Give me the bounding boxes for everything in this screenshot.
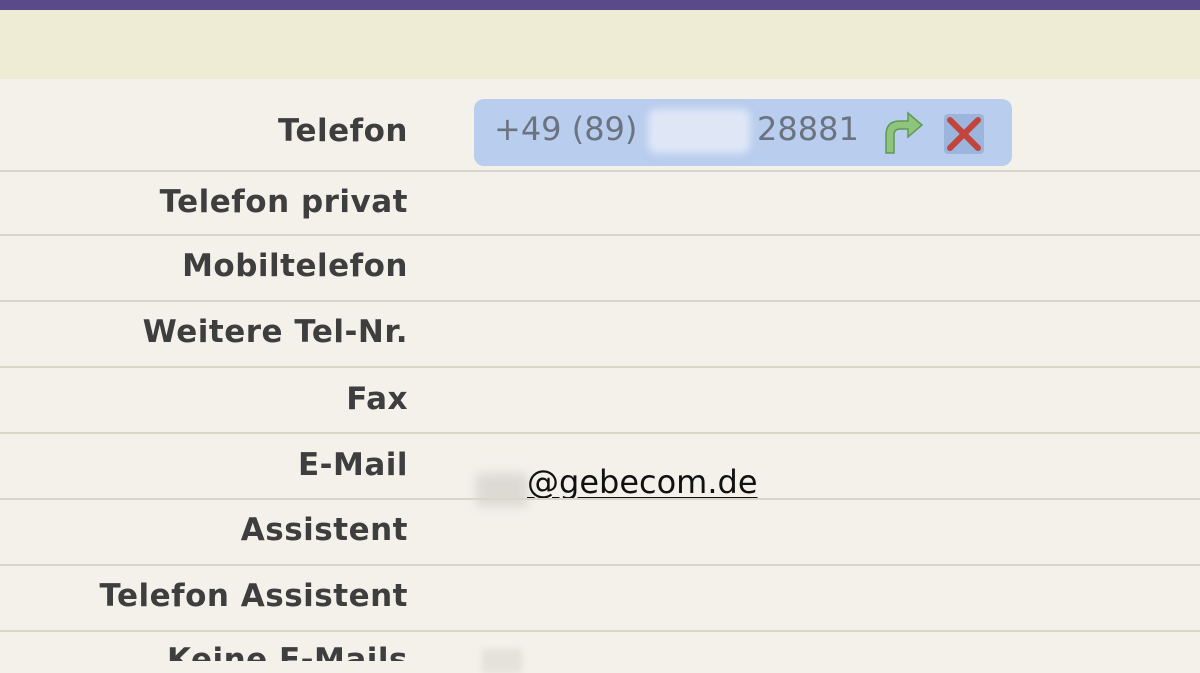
row-telefon-privat: Telefon privat — [0, 170, 1200, 236]
redacted-phone-digits — [648, 109, 750, 153]
label-telefon: Telefon — [277, 113, 408, 149]
label-mobiltelefon: Mobiltelefon — [182, 248, 408, 284]
row-mobiltelefon: Mobiltelefon — [0, 234, 1200, 302]
label-telefon-assistent: Telefon Assistent — [99, 578, 408, 614]
label-weitere-tel-nr: Weitere Tel-Nr. — [142, 314, 408, 350]
row-assistent: Assistent — [0, 498, 1200, 566]
label-fax: Fax — [346, 381, 408, 417]
call-icon[interactable] — [878, 109, 926, 157]
label-keine-e-mails: Keine E-Mails — [166, 642, 408, 661]
row-fax: Fax — [0, 366, 1200, 434]
toolbar-band — [0, 10, 1200, 79]
label-e-mail: E-Mail — [297, 447, 408, 483]
label-assistent: Assistent — [240, 512, 408, 548]
row-telefon-assistent: Telefon Assistent — [0, 564, 1200, 632]
row-keine-e-mails: Keine E-Mails — [0, 630, 1200, 661]
keine-e-mails-checkbox[interactable] — [482, 649, 522, 673]
row-weitere-tel-nr: Weitere Tel-Nr. — [0, 300, 1200, 368]
window-top-bar — [0, 0, 1200, 10]
email-link[interactable]: @gebecom.de — [527, 463, 758, 501]
contact-details-form: Telefon +49 (89) 28881 Telefon privat Mo… — [0, 79, 1200, 673]
label-telefon-privat: Telefon privat — [159, 184, 408, 220]
hangup-icon[interactable] — [940, 110, 988, 158]
phone-suffix: 28881 — [757, 110, 859, 148]
phone-prefix: +49 (89) — [494, 110, 638, 148]
